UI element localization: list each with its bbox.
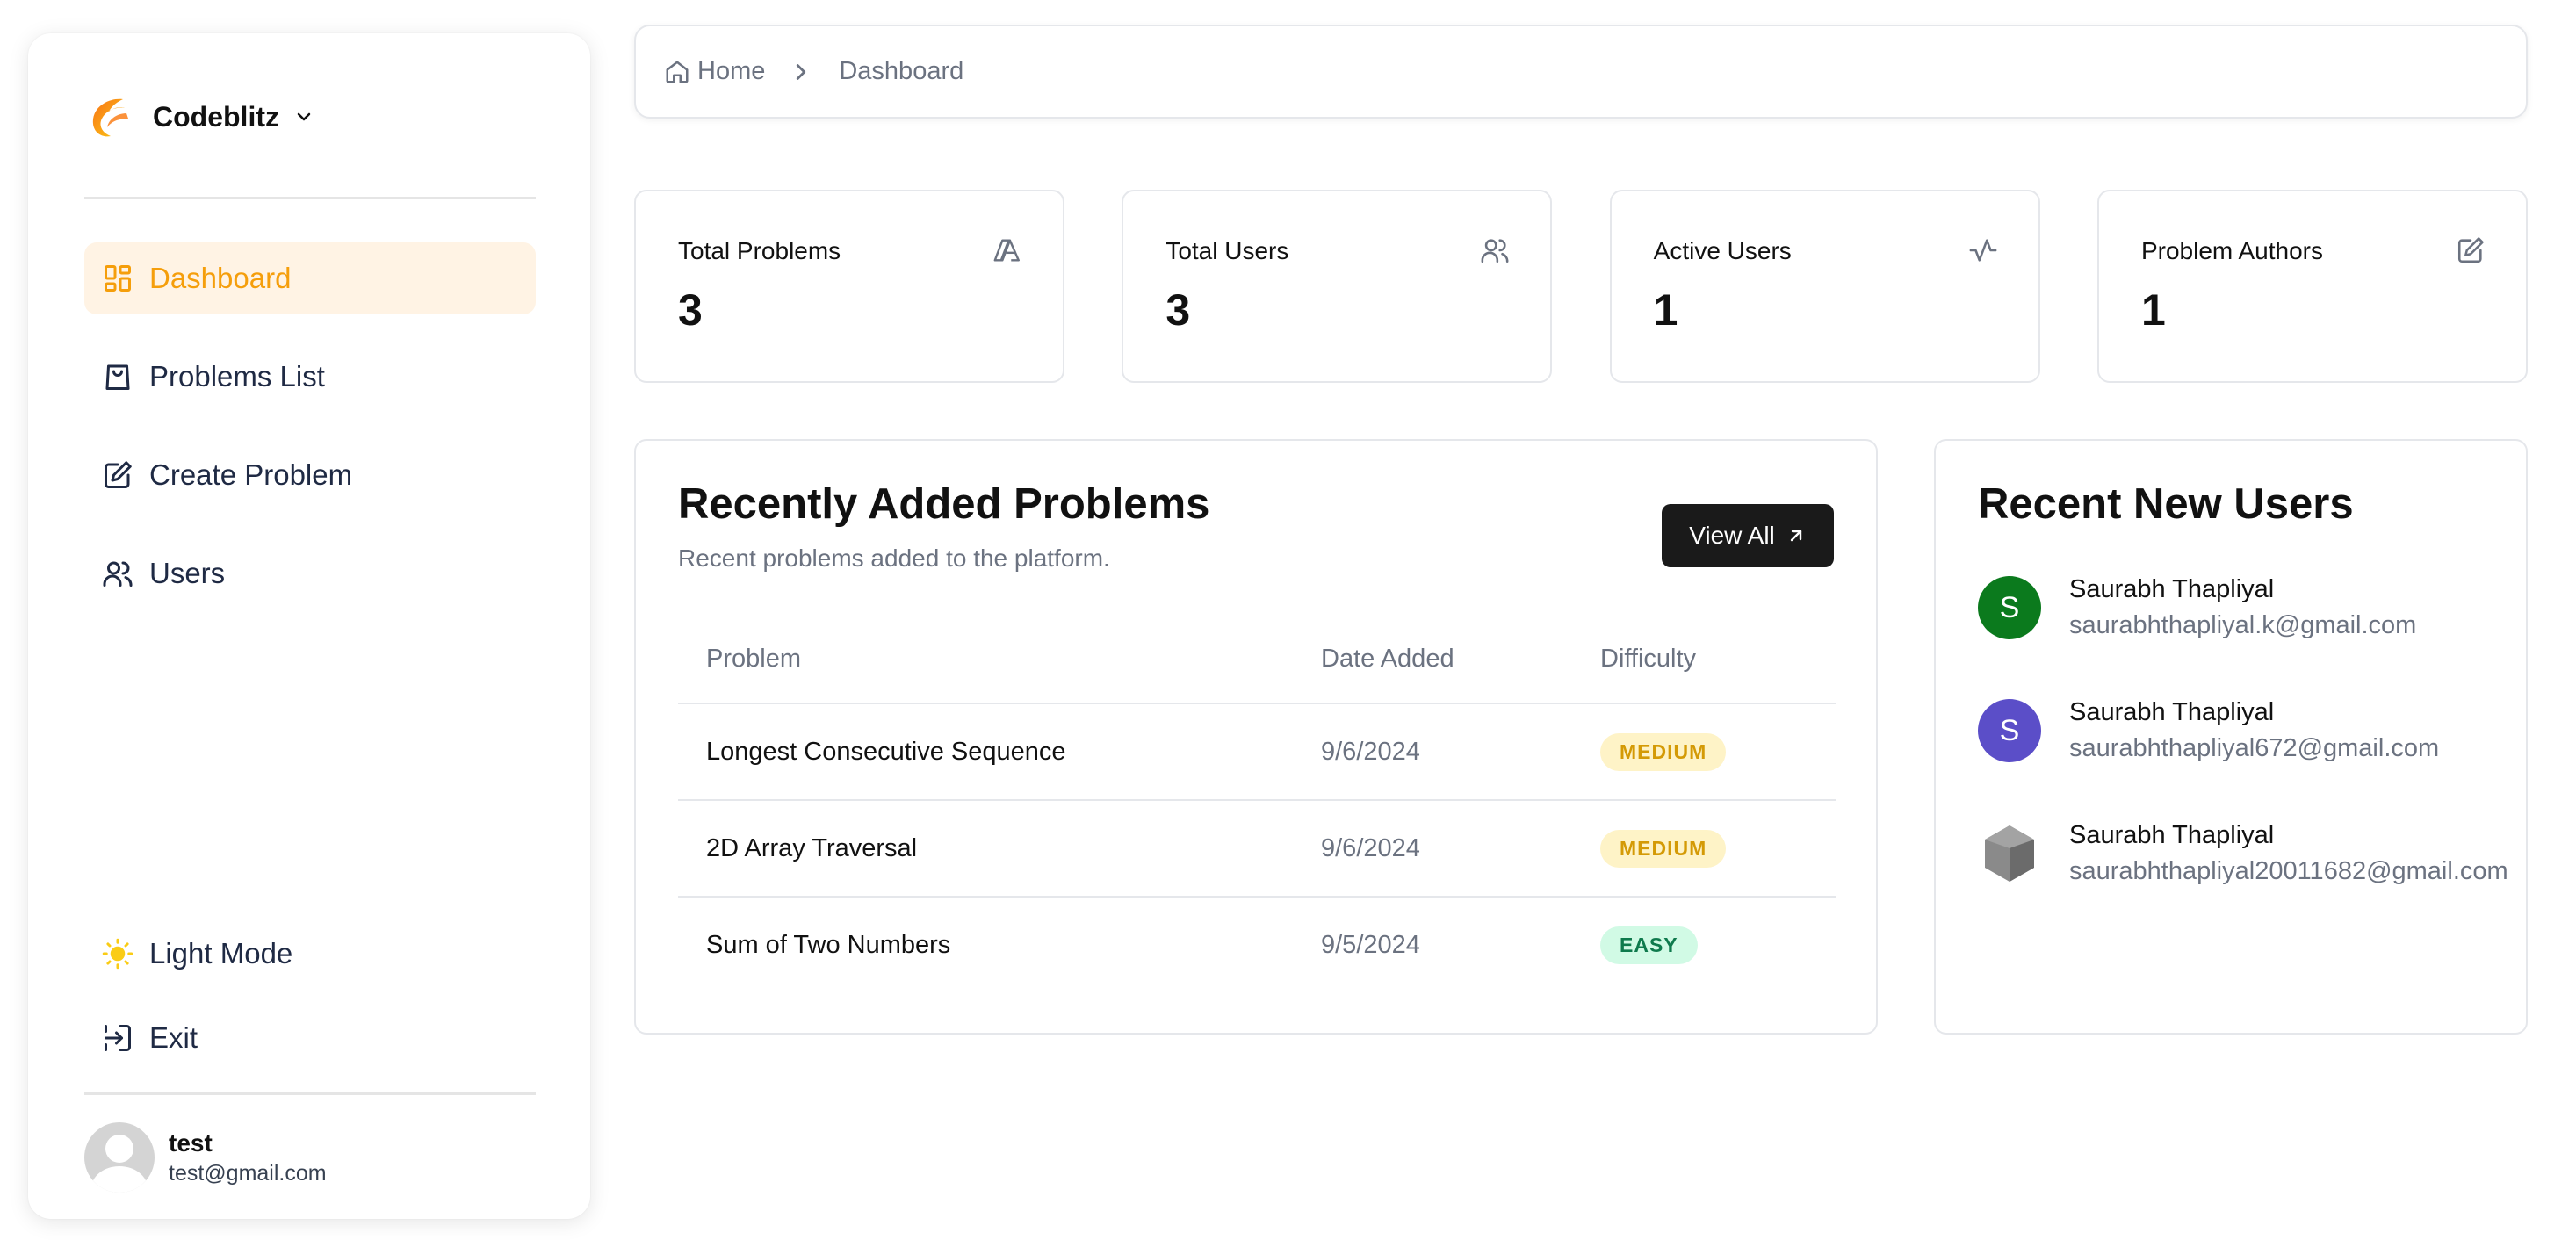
problem-name[interactable]: 2D Array Traversal xyxy=(706,834,917,863)
nav-label: Dashboard xyxy=(149,262,292,294)
nav-label: Users xyxy=(149,557,226,589)
stats-row: Total Problems 3 Total Users 3 Active Us… xyxy=(634,190,2528,383)
stat-label: Active Users xyxy=(1653,237,1792,264)
exit-label: Exit xyxy=(149,1021,198,1054)
stat-value: 1 xyxy=(1653,285,1678,335)
avatar: S xyxy=(1978,699,2041,762)
sidebar-nav: Dashboard Problems List Create Problem U… xyxy=(84,242,536,636)
sidebar-bottom: Light Mode Exit xyxy=(84,922,536,1091)
dashboard-icon xyxy=(105,265,131,292)
avatar xyxy=(84,1122,155,1193)
column-header: Date Added xyxy=(1321,644,1454,673)
user-name: Saurabh Thapliyal xyxy=(2069,821,2275,849)
sidebar: Codeblitz Dashboard Problems List Create… xyxy=(28,33,590,1219)
problem-name[interactable]: Longest Consecutive Sequence xyxy=(706,738,1066,767)
users-icon xyxy=(1481,239,1509,263)
nav-label: Create Problem xyxy=(149,458,353,491)
difficulty-badge: MEDIUM xyxy=(1600,829,1727,868)
stat-label: Total Problems xyxy=(678,237,841,264)
stat-card-active-users: Active Users 1 xyxy=(1609,190,2040,383)
stat-value: 1 xyxy=(2140,285,2166,335)
user-name: Saurabh Thapliyal xyxy=(2069,575,2275,603)
exit-button[interactable]: Exit xyxy=(84,1006,536,1070)
user-profile[interactable]: test test@gmail.com xyxy=(84,1122,327,1193)
profile-name: test xyxy=(169,1128,213,1157)
edit-icon xyxy=(2457,237,2484,263)
stat-value: 3 xyxy=(678,285,703,335)
arrow-up-right-icon xyxy=(1790,530,1801,542)
table-row[interactable]: Sum of Two Numbers 9/5/2024 EASY xyxy=(678,896,1836,992)
home-icon[interactable] xyxy=(664,59,690,85)
recent-users-panel: Recent New Users S Saurabh Thapliyal sau… xyxy=(1934,439,2528,1035)
table-header: Problem Date Added Difficulty xyxy=(678,615,1836,703)
avatar: S xyxy=(1978,576,2041,639)
problems-table: Problem Date Added Difficulty Longest Co… xyxy=(678,615,1836,992)
profile-email: test@gmail.com xyxy=(169,1160,327,1186)
stat-card-problem-authors: Problem Authors 1 xyxy=(2096,190,2528,383)
nav-item-problems-list[interactable]: Problems List xyxy=(84,341,536,413)
column-header: Problem xyxy=(706,644,801,673)
difficulty-badge: MEDIUM xyxy=(1600,732,1727,771)
breadcrumb: Home Dashboard xyxy=(634,25,2528,119)
user-name: Saurabh Thapliyal xyxy=(2069,698,2275,726)
stat-label: Total Users xyxy=(1165,237,1289,264)
view-all-label: View All xyxy=(1689,522,1775,549)
list-item[interactable]: S Saurabh Thapliyal saurabhthapliyal.k@g… xyxy=(1978,564,2508,652)
chevron-right-icon xyxy=(797,63,806,80)
brand-name: Codeblitz xyxy=(153,100,279,133)
chevron-down-icon xyxy=(297,112,311,121)
difficulty-badge: EASY xyxy=(1600,926,1698,964)
list-item[interactable]: Saurabh Thapliyal saurabhthapliyal200116… xyxy=(1978,810,2508,898)
recent-problems-panel: Recently Added Problems Recent problems … xyxy=(634,439,1878,1035)
shopping-bag-icon xyxy=(105,364,130,390)
panel-title: Recent New Users xyxy=(1978,480,2354,528)
nav-item-create-problem[interactable]: Create Problem xyxy=(84,439,536,511)
table-row[interactable]: Longest Consecutive Sequence 9/6/2024 ME… xyxy=(678,703,1836,799)
sidebar-divider xyxy=(84,1092,536,1095)
activity-icon xyxy=(1969,239,1997,262)
list-item[interactable]: S Saurabh Thapliyal saurabhthapliyal672@… xyxy=(1978,687,2508,775)
stat-label: Problem Authors xyxy=(2140,237,2323,264)
avatar xyxy=(1985,825,2034,882)
breadcrumb-home[interactable]: Home xyxy=(697,57,765,86)
stat-value: 3 xyxy=(1165,285,1191,335)
users-icon xyxy=(103,561,133,587)
view-all-button[interactable]: View All xyxy=(1662,504,1834,567)
nav-label: Problems List xyxy=(149,360,325,393)
nav-item-users[interactable]: Users xyxy=(84,537,536,609)
user-email: saurabhthapliyal20011682@gmail.com xyxy=(2069,857,2508,885)
sun-icon xyxy=(102,938,133,970)
breadcrumb-current: Dashboard xyxy=(839,57,964,85)
stat-card-total-problems: Total Problems 3 xyxy=(634,190,1064,383)
brand-switcher[interactable]: Codeblitz xyxy=(84,86,314,148)
table-row[interactable]: 2D Array Traversal 9/6/2024 MEDIUM xyxy=(678,799,1836,896)
user-email: saurabhthapliyal.k@gmail.com xyxy=(2069,611,2417,639)
problems-icon xyxy=(993,239,1020,262)
date-added: 9/6/2024 xyxy=(1321,833,1420,862)
user-list: S Saurabh Thapliyal saurabhthapliyal.k@g… xyxy=(1978,564,2508,933)
theme-toggle[interactable]: Light Mode xyxy=(84,922,536,985)
user-email: saurabhthapliyal672@gmail.com xyxy=(2069,734,2440,762)
problem-name[interactable]: Sum of Two Numbers xyxy=(706,931,950,960)
column-header: Difficulty xyxy=(1600,644,1697,673)
nav-item-dashboard[interactable]: Dashboard xyxy=(84,242,536,314)
theme-toggle-label: Light Mode xyxy=(149,937,293,970)
stat-card-total-users: Total Users 3 xyxy=(1122,190,1553,383)
codeblitz-logo-icon xyxy=(92,98,128,137)
date-added: 9/5/2024 xyxy=(1321,930,1420,959)
date-added: 9/6/2024 xyxy=(1321,737,1420,766)
exit-icon xyxy=(105,1025,131,1051)
sidebar-divider xyxy=(84,197,536,199)
panel-title: Recently Added Problems xyxy=(678,480,1210,528)
panel-subtitle: Recent problems added to the platform. xyxy=(678,544,1110,572)
edit-icon xyxy=(105,461,132,488)
